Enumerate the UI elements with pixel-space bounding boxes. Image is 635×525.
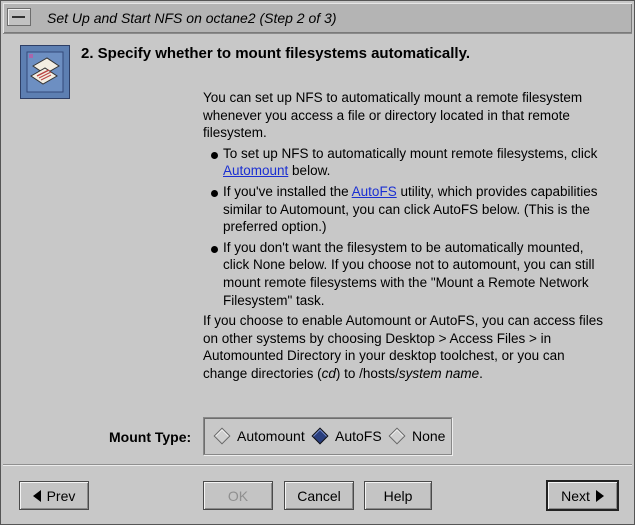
radio-label: AutoFS [335,428,382,444]
closing-paragraph: If you choose to enable Automount or Aut… [203,312,608,382]
closing-text: . [479,365,483,381]
cancel-button[interactable]: Cancel [284,481,354,510]
bullet-none: If you don't want the filesystem to be a… [203,239,608,309]
prev-button[interactable]: Prev [19,481,89,510]
autofs-link[interactable]: AutoFS [352,184,397,199]
system-name-text: system name [398,365,480,381]
automount-link[interactable]: Automount [223,163,288,178]
title-bar[interactable]: Set Up and Start NFS on octane2 (Step 2 … [3,3,632,34]
options-list: To set up NFS to automatically mount rem… [203,145,608,309]
cd-text: cd [321,365,336,381]
bullet-text: To set up NFS to automatically mount rem… [223,145,598,161]
right-arrow-icon [595,489,604,502]
radio-none[interactable]: None [388,427,446,445]
next-label: Next [561,487,590,504]
ok-button[interactable]: OK [203,481,273,510]
instructions: You can set up NFS to automatically moun… [203,89,608,383]
cancel-label: Cancel [297,487,341,504]
button-divider [3,464,632,466]
mount-type-label: Mount Type: [109,429,192,445]
radio-autofs[interactable]: AutoFS [311,427,382,445]
help-button[interactable]: Help [364,481,432,510]
intro-paragraph: You can set up NFS to automatically moun… [203,90,583,141]
mount-type-radio-group: Automount AutoFS None [203,417,452,455]
radio-diamond-selected-icon [311,427,329,445]
bullet-autofs: If you've installed the AutoFS utility, … [203,183,608,236]
bullet-automount: To set up NFS to automatically mount rem… [203,145,608,180]
prev-label: Prev [46,487,76,504]
window-title: Set Up and Start NFS on octane2 (Step 2 … [47,10,337,26]
bullet-text: If you've installed the [223,183,352,199]
window-menu-button[interactable] [7,8,31,26]
step-heading: 2. Specify whether to mount filesystems … [81,45,470,62]
bullet-text: below. [288,163,331,179]
radio-label: None [412,428,446,444]
radio-label: Automount [237,428,305,444]
radio-diamond-icon [388,427,406,445]
nfs-document-icon [20,45,70,99]
radio-automount[interactable]: Automount [213,427,305,445]
next-button[interactable]: Next [546,480,619,511]
radio-diamond-icon [213,427,231,445]
help-label: Help [383,487,413,504]
ok-label: OK [227,487,249,504]
left-arrow-icon [32,489,41,502]
bullet-text: If you don't want the filesystem to be a… [223,239,595,308]
closing-text: ) to /hosts/ [335,365,399,381]
dialog-window: Set Up and Start NFS on octane2 (Step 2 … [0,0,635,525]
